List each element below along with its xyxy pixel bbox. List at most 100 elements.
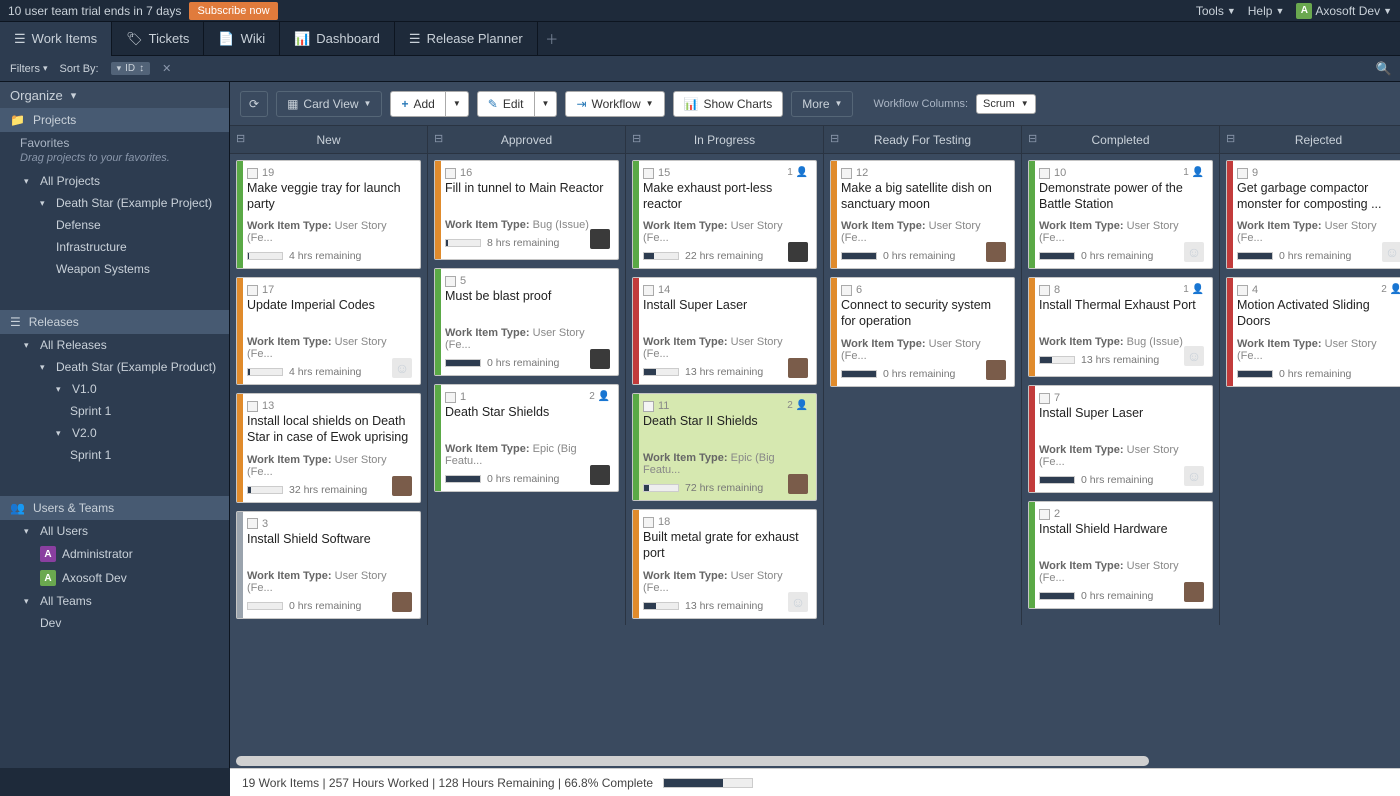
work-item-card[interactable]: 112 👤Death Star II ShieldsWork Item Type… <box>632 393 817 501</box>
collapse-icon[interactable]: ⊟ <box>1226 132 1235 145</box>
collapse-icon[interactable]: ⊟ <box>1028 132 1037 145</box>
sidebar-item-v20[interactable]: ▾V2.0 <box>0 422 229 444</box>
work-item-card[interactable]: 7Install Super LaserWork Item Type: User… <box>1028 385 1213 493</box>
select-checkbox[interactable] <box>247 285 258 296</box>
add-tab-button[interactable]: ＋ <box>538 22 566 56</box>
sidebar-item-infrastructure[interactable]: Infrastructure <box>0 236 229 258</box>
work-item-card[interactable]: 6Connect to security system for operatio… <box>830 277 1015 386</box>
work-item-card[interactable]: 12 👤Death Star ShieldsWork Item Type: Ep… <box>434 384 619 492</box>
work-item-card[interactable]: 18Built metal grate for exhaust portWork… <box>632 509 817 618</box>
sidebar-item-all-releases[interactable]: ▾All Releases <box>0 334 229 356</box>
work-item-card[interactable]: 2Install Shield HardwareWork Item Type: … <box>1028 501 1213 609</box>
collapse-icon[interactable]: ⊟ <box>830 132 839 145</box>
caret-down-icon: ▼ <box>835 99 843 108</box>
workflow-button[interactable]: ⇥Workflow▼ <box>565 91 664 117</box>
refresh-button[interactable]: ⟳ <box>240 91 268 117</box>
releases-header[interactable]: ☰Releases <box>0 310 229 334</box>
work-item-card[interactable]: 14Install Super LaserWork Item Type: Use… <box>632 277 817 385</box>
sidebar-item-v10[interactable]: ▾V1.0 <box>0 378 229 400</box>
sidebar-item-deathstar-product[interactable]: ▾Death Star (Example Product) <box>0 356 229 378</box>
tab-dashboard[interactable]: 📊Dashboard <box>280 22 395 56</box>
select-checkbox[interactable] <box>1039 393 1050 404</box>
subscribe-button[interactable]: Subscribe now <box>189 2 277 20</box>
select-checkbox[interactable] <box>445 168 456 179</box>
sidebar-item-administrator[interactable]: AAdministrator <box>0 542 229 566</box>
work-item-card[interactable]: 9Get garbage compactor monster for compo… <box>1226 160 1400 269</box>
priority-stripe <box>237 278 243 384</box>
add-dropdown-button[interactable]: ▼ <box>446 91 469 117</box>
tab-work-items[interactable]: ☰Work Items <box>0 22 112 56</box>
sidebar-item-all-users[interactable]: ▾All Users <box>0 520 229 542</box>
select-checkbox[interactable] <box>1237 285 1248 296</box>
users-teams-header[interactable]: 👥Users & Teams <box>0 496 229 520</box>
card-id: 8 <box>1054 284 1060 296</box>
edit-dropdown-button[interactable]: ▼ <box>535 91 558 117</box>
work-item-card[interactable]: 17Update Imperial CodesWork Item Type: U… <box>236 277 421 385</box>
work-item-card[interactable]: 3Install Shield SoftwareWork Item Type: … <box>236 511 421 619</box>
collapse-icon[interactable]: ⊟ <box>632 132 641 145</box>
work-item-card[interactable]: 12Make a big satellite dish on sanctuary… <box>830 160 1015 269</box>
sidebar-item-weapon-systems[interactable]: Weapon Systems <box>0 258 229 280</box>
select-checkbox[interactable] <box>841 168 852 179</box>
sidebar-item-all-projects[interactable]: ▾All Projects <box>0 170 229 192</box>
sort-chip[interactable]: ▾ID ↕ <box>111 62 151 75</box>
column-header[interactable]: ⊟New <box>230 126 427 154</box>
work-item-card[interactable]: 151 👤Make exhaust port-less reactorWork … <box>632 160 817 269</box>
column-header[interactable]: ⊟Rejected⚙ <box>1220 126 1400 154</box>
user-menu[interactable]: A Axosoft Dev▼ <box>1296 3 1392 19</box>
tab-tickets[interactable]: 🏷Tickets <box>112 22 204 56</box>
add-button[interactable]: +Add <box>390 91 445 117</box>
sidebar-item-defense[interactable]: Defense <box>0 214 229 236</box>
select-checkbox[interactable] <box>1039 285 1050 296</box>
tab-wiki[interactable]: 📄Wiki <box>204 22 280 56</box>
organize-header[interactable]: Organize ▾ <box>0 82 229 108</box>
select-checkbox[interactable] <box>247 518 258 529</box>
more-button[interactable]: More▼ <box>791 91 853 117</box>
sidebar-item-deathstar-project[interactable]: ▾Death Star (Example Project) <box>0 192 229 214</box>
chevron-down-icon: ▾ <box>24 176 34 187</box>
sidebar-item-sprint1-v10[interactable]: Sprint 1 <box>0 400 229 422</box>
work-item-card[interactable]: 16Fill in tunnel to Main ReactorWork Ite… <box>434 160 619 260</box>
collapse-icon[interactable]: ⊟ <box>236 132 245 145</box>
sidebar-item-dev-team[interactable]: Dev <box>0 612 229 634</box>
search-icon[interactable]: 🔍 <box>1376 61 1392 77</box>
card-view-button[interactable]: ▦Card View▼ <box>276 91 382 117</box>
tab-release-planner[interactable]: ☰Release Planner <box>395 22 538 56</box>
workflow-columns-select[interactable]: Scrum▼ <box>976 94 1036 114</box>
work-item-card[interactable]: 19Make veggie tray for launch partyWork … <box>236 160 421 269</box>
select-checkbox[interactable] <box>1039 168 1050 179</box>
remaining-hours: 13 hrs remaining <box>685 600 763 612</box>
filters-button[interactable]: Filters▾ <box>10 63 47 75</box>
select-checkbox[interactable] <box>1237 168 1248 179</box>
sidebar-item-all-teams[interactable]: ▾All Teams <box>0 590 229 612</box>
tools-menu[interactable]: Tools▼ <box>1196 4 1236 18</box>
select-checkbox[interactable] <box>643 517 654 528</box>
select-checkbox[interactable] <box>643 401 654 412</box>
work-item-card[interactable]: 81 👤Install Thermal Exhaust PortWork Ite… <box>1028 277 1213 377</box>
column-header[interactable]: ⊟Approved <box>428 126 625 154</box>
select-checkbox[interactable] <box>1039 509 1050 520</box>
work-item-card[interactable]: 101 👤Demonstrate power of the Battle Sta… <box>1028 160 1213 269</box>
column-header[interactable]: ⊟Completed <box>1022 126 1219 154</box>
column-header[interactable]: ⊟In Progress <box>626 126 823 154</box>
column-header[interactable]: ⊟Ready For Testing <box>824 126 1021 154</box>
select-checkbox[interactable] <box>247 401 258 412</box>
projects-header[interactable]: 📁Projects <box>0 108 229 132</box>
edit-button[interactable]: ✎Edit <box>477 91 535 117</box>
select-checkbox[interactable] <box>841 285 852 296</box>
collapse-icon[interactable]: ⊟ <box>434 132 443 145</box>
select-checkbox[interactable] <box>445 276 456 287</box>
show-charts-button[interactable]: 📊Show Charts <box>673 91 784 117</box>
work-item-card[interactable]: 5Must be blast proofWork Item Type: User… <box>434 268 619 376</box>
select-checkbox[interactable] <box>643 168 654 179</box>
work-item-card[interactable]: 13Install local shields on Death Star in… <box>236 393 421 502</box>
clear-sort-button[interactable]: ✕ <box>162 62 171 75</box>
work-item-card[interactable]: 42 👤Motion Activated Sliding DoorsWork I… <box>1226 277 1400 386</box>
select-checkbox[interactable] <box>247 168 258 179</box>
select-checkbox[interactable] <box>445 392 456 403</box>
help-menu[interactable]: Help▼ <box>1248 4 1285 18</box>
horizontal-scrollbar[interactable] <box>230 754 1400 768</box>
sidebar-item-axosoft-dev[interactable]: AAxosoft Dev <box>0 566 229 590</box>
select-checkbox[interactable] <box>643 285 654 296</box>
sidebar-item-sprint1-v20[interactable]: Sprint 1 <box>0 444 229 466</box>
